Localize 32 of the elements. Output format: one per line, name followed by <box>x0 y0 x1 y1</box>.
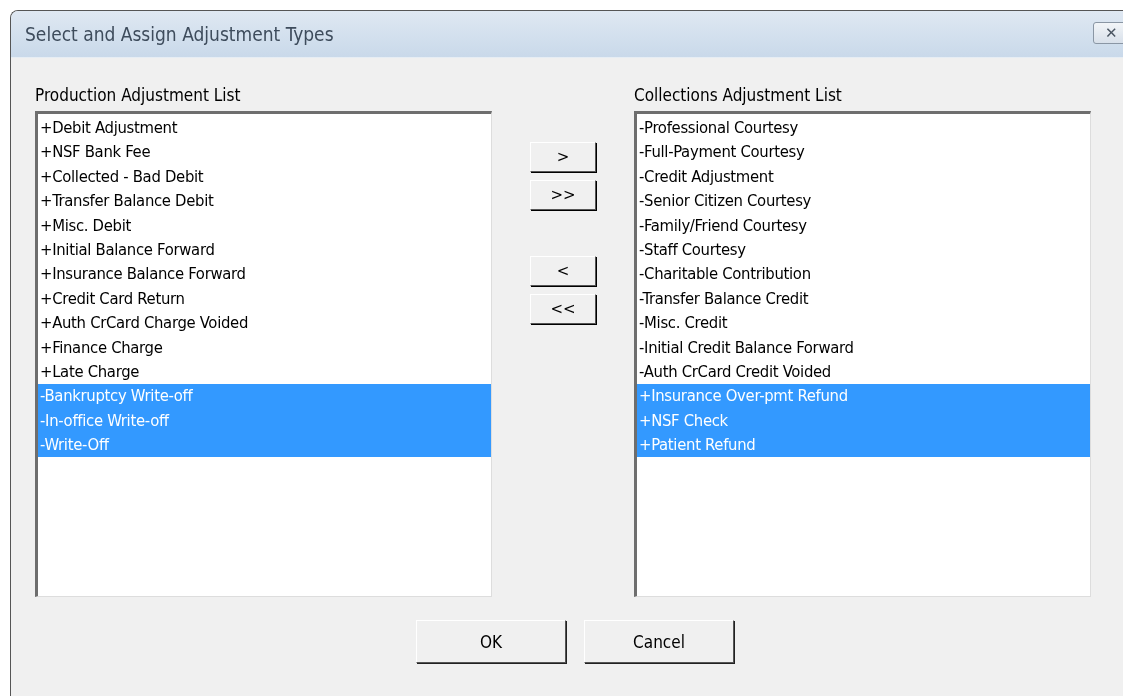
list-item[interactable]: +Late Charge <box>38 359 491 385</box>
move-button[interactable]: < <box>530 256 596 286</box>
cancel-button[interactable]: Cancel <box>584 620 734 663</box>
close-button[interactable]: ✕ <box>1093 22 1123 44</box>
list-item[interactable]: -Transfer Balance Credit <box>637 286 1090 312</box>
list-item[interactable]: -Auth CrCard Credit Voided <box>637 359 1090 385</box>
list-item[interactable]: +Credit Card Return <box>38 286 491 312</box>
list-label: Collections Adjustment List <box>634 85 843 107</box>
list-item[interactable]: +Collected - Bad Debit <box>38 164 491 190</box>
list-item[interactable]: -Family/Friend Courtesy <box>637 213 1090 238</box>
list-item[interactable]: +Initial Balance Forward <box>38 237 491 263</box>
list-item[interactable]: +Debit Adjustment <box>38 116 491 141</box>
move-button[interactable]: >> <box>530 180 596 210</box>
move-button[interactable]: << <box>530 294 596 324</box>
window-title: Select and Assign Adjustment Types <box>25 23 334 45</box>
list-item[interactable]: +Transfer Balance Debit <box>38 189 491 214</box>
list-item[interactable]: -Staff Courtesy <box>637 237 1090 263</box>
list-item[interactable]: +NSF Bank Fee <box>38 140 491 165</box>
list-label: Production Adjustment List <box>35 85 242 107</box>
list-item[interactable]: -Charitable Contribution <box>637 262 1090 287</box>
list-item[interactable]: -Misc. Credit <box>637 311 1090 336</box>
list-item[interactable]: -Full-Payment Courtesy <box>637 140 1090 165</box>
list-item[interactable]: -Initial Credit Balance Forward <box>637 335 1090 360</box>
list-item[interactable]: -Professional Courtesy <box>637 116 1090 141</box>
move-button[interactable]: > <box>530 142 596 172</box>
list-item[interactable]: -Senior Citizen Courtesy <box>637 189 1090 214</box>
list-item[interactable]: -Credit Adjustment <box>637 164 1090 190</box>
list-item[interactable]: +Misc. Debit <box>38 213 491 238</box>
list-item[interactable]: +Insurance Balance Forward <box>38 262 491 287</box>
list-item[interactable]: +Finance Charge <box>38 335 491 360</box>
ok-button[interactable]: OK <box>416 620 566 663</box>
list-item[interactable]: +Auth CrCard Charge Voided <box>38 311 491 336</box>
